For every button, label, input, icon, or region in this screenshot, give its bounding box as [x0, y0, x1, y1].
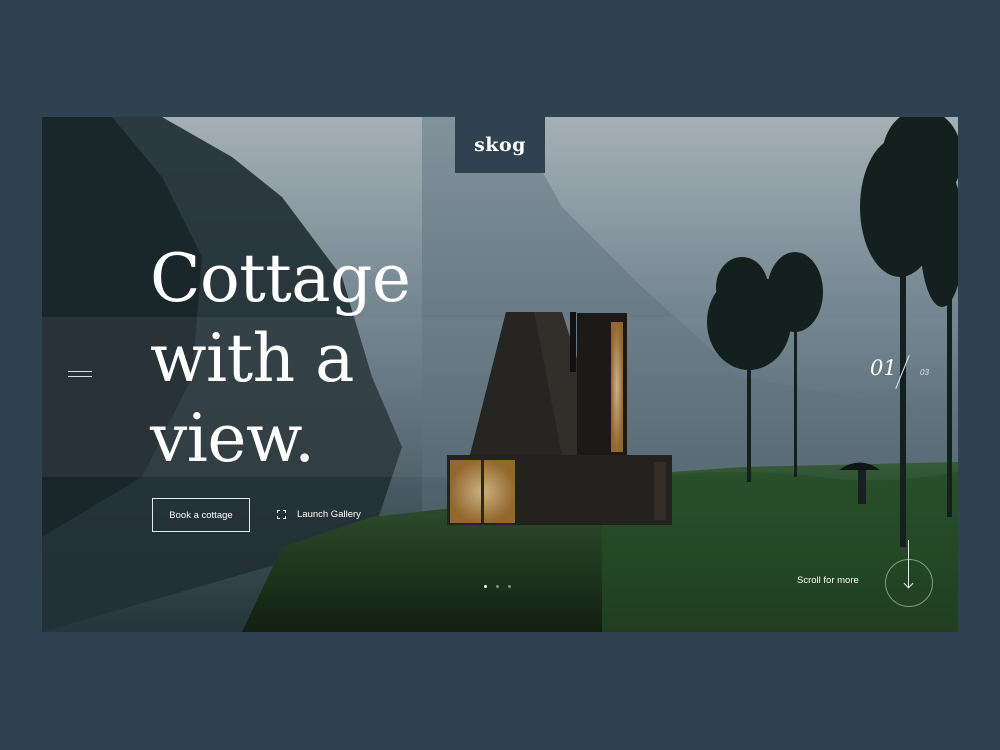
book-cottage-button[interactable]: Book a cottage — [152, 498, 250, 532]
expand-icon — [277, 510, 286, 519]
site-logo[interactable]: skog — [455, 117, 545, 173]
launch-gallery-label: Launch Gallery — [297, 509, 361, 520]
hero-section: skog Cottage with a view. Book a cottage… — [42, 117, 958, 632]
arrow-down-icon — [908, 540, 909, 587]
scroll-for-more-label[interactable]: Scroll for more — [797, 575, 859, 586]
headline-line-1: Cottage — [150, 240, 411, 317]
slider-dots — [484, 585, 511, 588]
slider-dot-3[interactable] — [508, 585, 511, 588]
hamburger-icon[interactable] — [68, 369, 92, 379]
hero-headline: Cottage with a view. — [150, 239, 411, 479]
slide-current: 01 — [870, 356, 897, 380]
launch-gallery-link[interactable]: Launch Gallery — [277, 509, 361, 520]
slider-dot-1[interactable] — [484, 585, 487, 588]
slider-dot-2[interactable] — [496, 585, 499, 588]
headline-line-2: with a — [150, 320, 354, 397]
headline-line-3: view. — [150, 400, 315, 477]
slide-total: 03 — [920, 368, 929, 377]
